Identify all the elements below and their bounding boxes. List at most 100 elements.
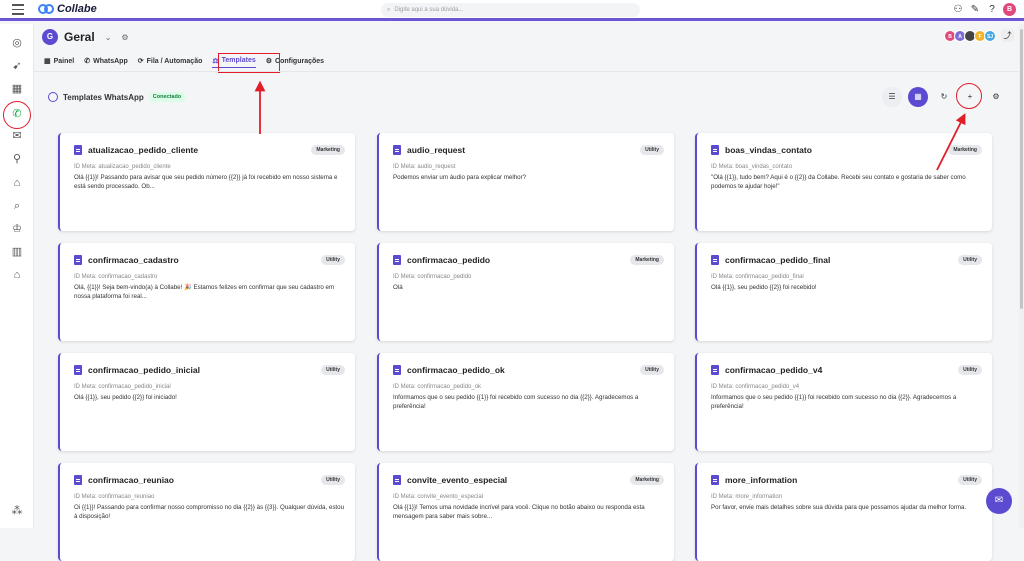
tab-whatsapp[interactable]: ✆ WhatsApp [84, 54, 127, 68]
category-badge: Marketing [311, 145, 345, 155]
logo-mark-icon [38, 4, 54, 14]
chart-icon[interactable]: ▥ [10, 245, 24, 259]
grid-view-icon[interactable]: ▦ [908, 87, 928, 107]
contacts-icon[interactable]: ⚲ [10, 152, 24, 166]
category-badge: Utility [321, 255, 345, 265]
template-card[interactable]: convite_evento_especial Marketing ID Meta:… [377, 463, 674, 561]
template-card[interactable]: confirmacao_pedido_final Utility ID Meta: … [695, 243, 992, 341]
app-logo[interactable]: Collabe [38, 3, 97, 15]
template-card[interactable]: confirmacao_pedido Marketing ID Meta: conf… [377, 243, 674, 341]
template-card[interactable]: confirmacao_pedido_inicial Utility ID Meta… [58, 353, 355, 451]
chat-icon[interactable]: ✉ [986, 488, 1012, 514]
template-meta-id: ID Meta: confirmacao_reuniao [74, 494, 155, 500]
scrollbar[interactable] [1019, 24, 1024, 528]
card-header: confirmacao_cadastro Utility [74, 255, 345, 265]
card-header: confirmacao_pedido_inicial Utility [74, 365, 345, 375]
trophy-icon[interactable]: ♔ [10, 222, 24, 236]
card-header: convite_evento_especial Marketing [393, 475, 664, 485]
whatsapp-icon: ✆ [84, 58, 91, 65]
calendar-icon[interactable]: ▦ [10, 82, 24, 96]
category-badge: Marketing [630, 475, 664, 485]
workspace-selector[interactable]: G Geral ⌄ ⚙ [42, 29, 129, 45]
dashboard-icon[interactable]: ◎ [10, 36, 24, 50]
template-card[interactable]: confirmacao_pedido_v4 Utility ID Meta: con… [695, 353, 992, 451]
card-header: confirmacao_pedido_v4 Utility [711, 365, 982, 375]
template-name-row: convite_evento_especial [393, 475, 507, 485]
workspace-badge: G [42, 29, 58, 45]
settings-icon[interactable]: ⚙ [986, 87, 1006, 107]
document-icon [711, 475, 719, 485]
category-badge: Utility [321, 365, 345, 375]
annotation-rect [218, 53, 280, 73]
category-badge: Utility [640, 365, 664, 375]
tab-label: Painel [53, 57, 75, 65]
rocket-icon[interactable]: ➹ [10, 59, 24, 73]
template-name-row: confirmacao_cadastro [74, 255, 179, 265]
search-icon[interactable]: ⌕ [10, 199, 24, 213]
network-icon[interactable]: ⁂ [10, 504, 24, 518]
document-icon [393, 145, 401, 155]
category-badge: Utility [640, 145, 664, 155]
tab-label: Configurações [275, 57, 325, 65]
document-icon [393, 365, 401, 375]
template-name: boas_vindas_contato [725, 145, 812, 155]
help-icon[interactable]: ? [986, 4, 998, 16]
template-name: more_information [725, 475, 798, 485]
card-header: confirmacao_pedido Marketing [393, 255, 664, 265]
template-name: confirmacao_pedido [407, 255, 491, 265]
member-avatar[interactable]: SJ [984, 29, 996, 42]
users-icon[interactable]: ⚇ [952, 4, 964, 16]
template-card[interactable]: boas_vindas_contato Marketing ID Meta: boa… [695, 133, 992, 231]
gear-icon[interactable]: ⚙ [121, 33, 128, 42]
search-placeholder: Digite aqui a sua dúvida... [394, 7, 464, 13]
template-meta-id: ID Meta: confirmacao_pedido_ok [393, 384, 482, 390]
share-icon[interactable]: ⤴ [1001, 29, 1014, 42]
template-meta-id: ID Meta: confirmacao_cadastro [74, 274, 158, 280]
template-name: audio_request [407, 145, 466, 155]
queue-icon: ⟳ [137, 58, 144, 65]
document-icon [711, 365, 719, 375]
list-view-icon[interactable]: ☰ [882, 87, 902, 107]
top-bar: Collabe ⌕ Digite aqui a sua dúvida... ⚇ … [0, 0, 1024, 21]
template-card[interactable]: atualizacao_pedido_cliente Marketing ID Me… [58, 133, 355, 231]
mail-icon[interactable]: ✉ [10, 129, 24, 143]
category-badge: Utility [321, 475, 345, 485]
template-name-row: more_information [711, 475, 797, 485]
template-card[interactable]: more_information Utility ID Meta: more_inf… [695, 463, 992, 561]
tab-painel[interactable]: ▦ Painel [44, 54, 74, 68]
menu-icon[interactable] [12, 4, 24, 16]
card-header: confirmacao_reuniao Utility [74, 475, 345, 485]
card-header: more_information Utility [711, 475, 982, 485]
template-meta-id: ID Meta: boas_vindas_contato [711, 164, 793, 170]
graduation-icon[interactable]: ⌂ [10, 176, 24, 190]
template-name-row: audio_request [393, 145, 465, 155]
document-icon [74, 255, 82, 265]
divider [34, 71, 1024, 72]
edit-icon[interactable]: ✎ [969, 4, 981, 16]
user-avatar[interactable]: B [1003, 3, 1016, 16]
template-meta-id: ID Meta: confirmacao_pedido_v4 [711, 384, 800, 390]
refresh-icon[interactable]: ↻ [934, 87, 954, 107]
template-name: confirmacao_pedido_ok [407, 365, 505, 375]
template-meta-id: ID Meta: atualizacao_pedido_cliente [74, 164, 171, 170]
document-icon [711, 255, 719, 265]
status-badge: Conectado [148, 92, 186, 102]
template-name-row: boas_vindas_contato [711, 145, 812, 155]
chevron-down-icon[interactable]: ⌄ [105, 33, 112, 42]
template-name-row: atualizacao_pedido_cliente [74, 145, 198, 155]
search-input[interactable]: ⌕ Digite aqui a sua dúvida... [381, 3, 640, 17]
tab-fila-automa-o[interactable]: ⟳ Fila / Automação [138, 54, 203, 68]
annotation-circle [3, 101, 31, 129]
template-card[interactable]: confirmacao_cadastro Utility ID Meta: conf… [58, 243, 355, 341]
template-card[interactable]: confirmacao_pedido_ok Utility ID Meta: con… [377, 353, 674, 451]
top-actions: ⚇ ✎ ? B [952, 3, 1016, 16]
template-card[interactable]: confirmacao_reuniao Utility ID Meta: confi… [58, 463, 355, 561]
template-card[interactable]: audio_request Utility ID Meta: audio_reque… [377, 133, 674, 231]
workspace-name: Geral [64, 30, 95, 44]
template-meta-id: ID Meta: audio_request [393, 164, 456, 170]
template-name-row: confirmacao_reuniao [74, 475, 174, 485]
card-header: boas_vindas_contato Marketing [711, 145, 982, 155]
template-name-row: confirmacao_pedido_ok [393, 365, 505, 375]
template-body: Olá {{1}}, seu pedido {{2}} foi recebido… [711, 284, 817, 291]
home-icon[interactable]: ⌂ [10, 268, 24, 282]
